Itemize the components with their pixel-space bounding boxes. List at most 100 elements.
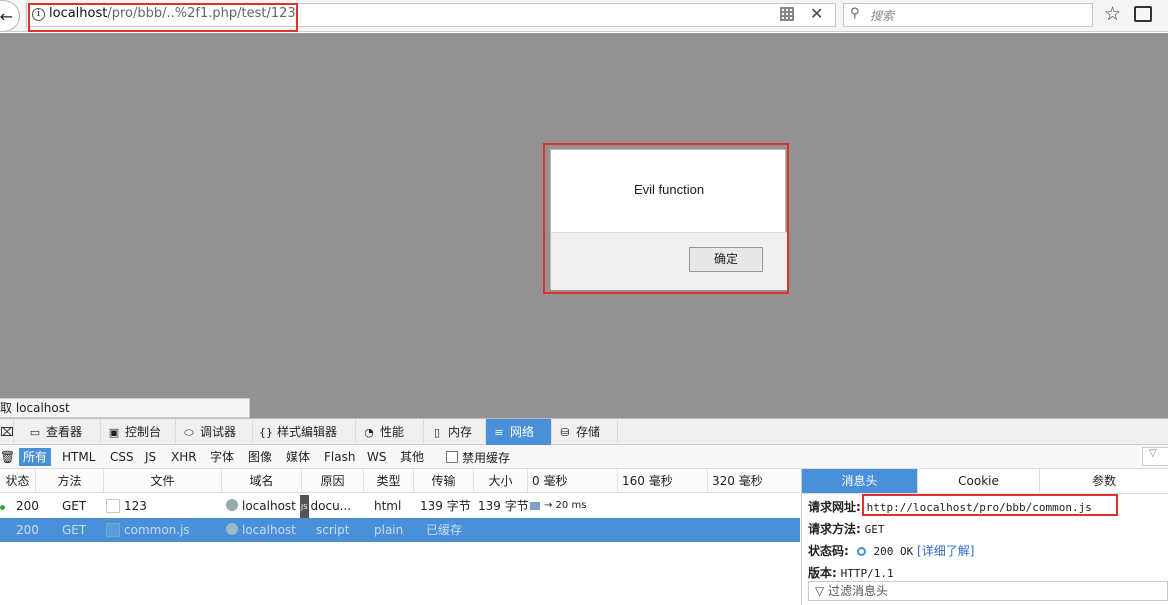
row-type: html [374,499,402,513]
stop-icon[interactable]: ✕ [810,4,823,23]
request-method-label: 请求方法: [808,522,861,536]
memory-icon: ▯ [433,426,441,439]
timing-bar [530,502,540,510]
col-transferred[interactable]: 传输 [414,469,474,493]
trash-icon[interactable]: 🗑 [0,448,19,466]
bookmark-star-icon[interactable]: ☆ [1104,3,1121,25]
row-cause: JS docu... [300,494,360,518]
col-status[interactable]: 状态 [0,469,36,493]
status-code-line: 状态码: 200 OK [详细了解] [808,542,974,559]
tab-performance[interactable]: ◔ 性能 [356,419,424,445]
browser-toolbar: ← i localhost/pro/bbb/..%2f1.php/test/12… [0,0,1168,32]
timeline-tick: 320 毫秒 [712,474,763,488]
filter-other[interactable]: 其他 [396,448,428,466]
tab-debugger[interactable]: ⬭ 调试器 [176,419,253,445]
tab-storage[interactable]: ⛁ 存储 [552,419,618,445]
filter-headers-input[interactable]: ▽ 过滤消息头 [808,581,1168,601]
tab-inspector[interactable]: ▭ 查看器 [22,419,101,445]
devtools-panel: ⌧ ▭ 查看器 ▣ 控制台 ⬭ 调试器 {} 样式编辑器 ◔ 性能 ▯ 内存 ≡ 网络 ⛁ 存储… [0,418,1168,605]
learn-more-link[interactable]: [详细了解] [917,544,974,558]
disable-cache-checkbox[interactable] [446,451,458,463]
row-domain: localhost [226,518,296,542]
status-code-label: 状态码: [808,544,849,558]
row-method: GET [62,499,87,513]
file-thumbnail-icon [106,523,120,537]
tab-cookie[interactable]: Cookie [918,469,1040,493]
version-value: HTTP/1.1 [840,567,894,580]
performance-icon: ◔ [364,426,374,439]
filter-css[interactable]: CSS [106,448,138,466]
status-code-value: 200 OK [873,545,914,558]
back-button[interactable]: ← [0,0,20,32]
timeline-tick: 0 毫秒 [528,469,618,493]
dialog-message: Evil function [633,182,705,197]
row-status: 200 [16,499,39,513]
col-size[interactable]: 大小 [474,469,528,493]
filter-fonts[interactable]: 字体 [206,448,238,466]
debugger-icon: ⬭ [184,426,194,439]
row-method: GET [62,523,87,537]
pick-element-icon[interactable]: ⌧ [0,419,14,445]
filter-all[interactable]: 所有 [19,448,52,466]
tab-style-editor[interactable]: {} 样式编辑器 [253,419,356,445]
tab-memory[interactable]: ▯ 内存 [424,419,486,445]
tab-headers[interactable]: 消息头 [802,469,918,493]
version-label: 版本: [808,566,837,580]
filter-url-input[interactable]: ▽ [1142,447,1168,466]
col-file[interactable]: 文件 [104,469,222,493]
request-url-label: 请求网址: [808,500,861,514]
filter-media[interactable]: 媒体 [282,448,314,466]
filter-js[interactable]: JS [141,448,160,466]
row-transferred: 139 字节 [420,499,471,513]
status-dot [0,494,10,518]
filter-xhr[interactable]: XHR [167,448,201,466]
back-arrow-icon: ← [0,6,13,26]
row-domain: localhost [226,494,296,518]
tab-params[interactable]: 参数 [1040,469,1168,493]
inspector-icon: ▭ [29,426,41,439]
tab-network[interactable]: ≡ 网络 [486,419,552,445]
qr-code-icon[interactable] [780,7,794,21]
js-badge-icon: JS [300,495,309,518]
filter-html[interactable]: HTML [58,448,99,466]
network-icon: ≡ [494,426,504,439]
row-cause: script [316,523,350,537]
filter-flash[interactable]: Flash [320,448,359,466]
request-method-value: GET [864,523,885,536]
col-type[interactable]: 类型 [364,469,414,493]
table-row-selected[interactable]: 200 GET common.js localhost script plain… [0,518,800,542]
globe-icon [226,499,238,511]
status-tooltip: 取 localhost [0,398,250,418]
row-file: 123 [106,494,147,518]
globe-icon [226,523,238,535]
request-table-header: 状态 方法 文件 域名 原因 类型 传输 大小 0 毫秒 160 毫秒 320 … [0,469,800,493]
request-method-line: 请求方法: GET [808,520,885,537]
storage-icon: ⛁ [560,426,570,439]
row-type: plain [374,523,404,537]
ok-button[interactable]: 确定 [689,247,763,272]
row-file: common.js [106,518,190,542]
col-method[interactable]: 方法 [36,469,104,493]
file-thumbnail-icon [106,499,120,513]
request-url-highlight-box [862,494,1118,516]
col-domain[interactable]: 域名 [222,469,302,493]
search-icon: ⚲ [850,6,860,21]
row-size: 139 字节 [478,499,529,513]
row-timing: → 20 ms [544,500,587,511]
search-placeholder: 搜索 [870,9,895,23]
filter-ws[interactable]: WS [363,448,390,466]
network-filter-bar: 🗑 所有 HTML CSS JS XHR 字体 图像 媒体 Flash WS 其… [0,445,1168,469]
dialog-footer: 确定 [551,232,787,290]
row-status: 200 [16,523,39,537]
devtools-tabs: ⌧ ▭ 查看器 ▣ 控制台 ⬭ 调试器 {} 样式编辑器 ◔ 性能 ▯ 内存 ≡ 网络 ⛁ 存储 [0,419,1168,445]
table-row[interactable]: 200 GET 123 localhost JS docu... html 139… [0,494,800,518]
timeline-tick: 160 毫秒 [618,469,708,493]
tab-console[interactable]: ▣ 控制台 [101,419,176,445]
url-highlight-box [28,3,298,32]
row-transferred: 已缓存 [426,523,463,537]
filter-images[interactable]: 图像 [244,448,276,466]
col-cause[interactable]: 原因 [302,469,364,493]
library-icon[interactable] [1134,6,1152,22]
page-content: Evil function 确定 [0,33,1168,418]
filter-icon: ▽ [815,584,829,598]
